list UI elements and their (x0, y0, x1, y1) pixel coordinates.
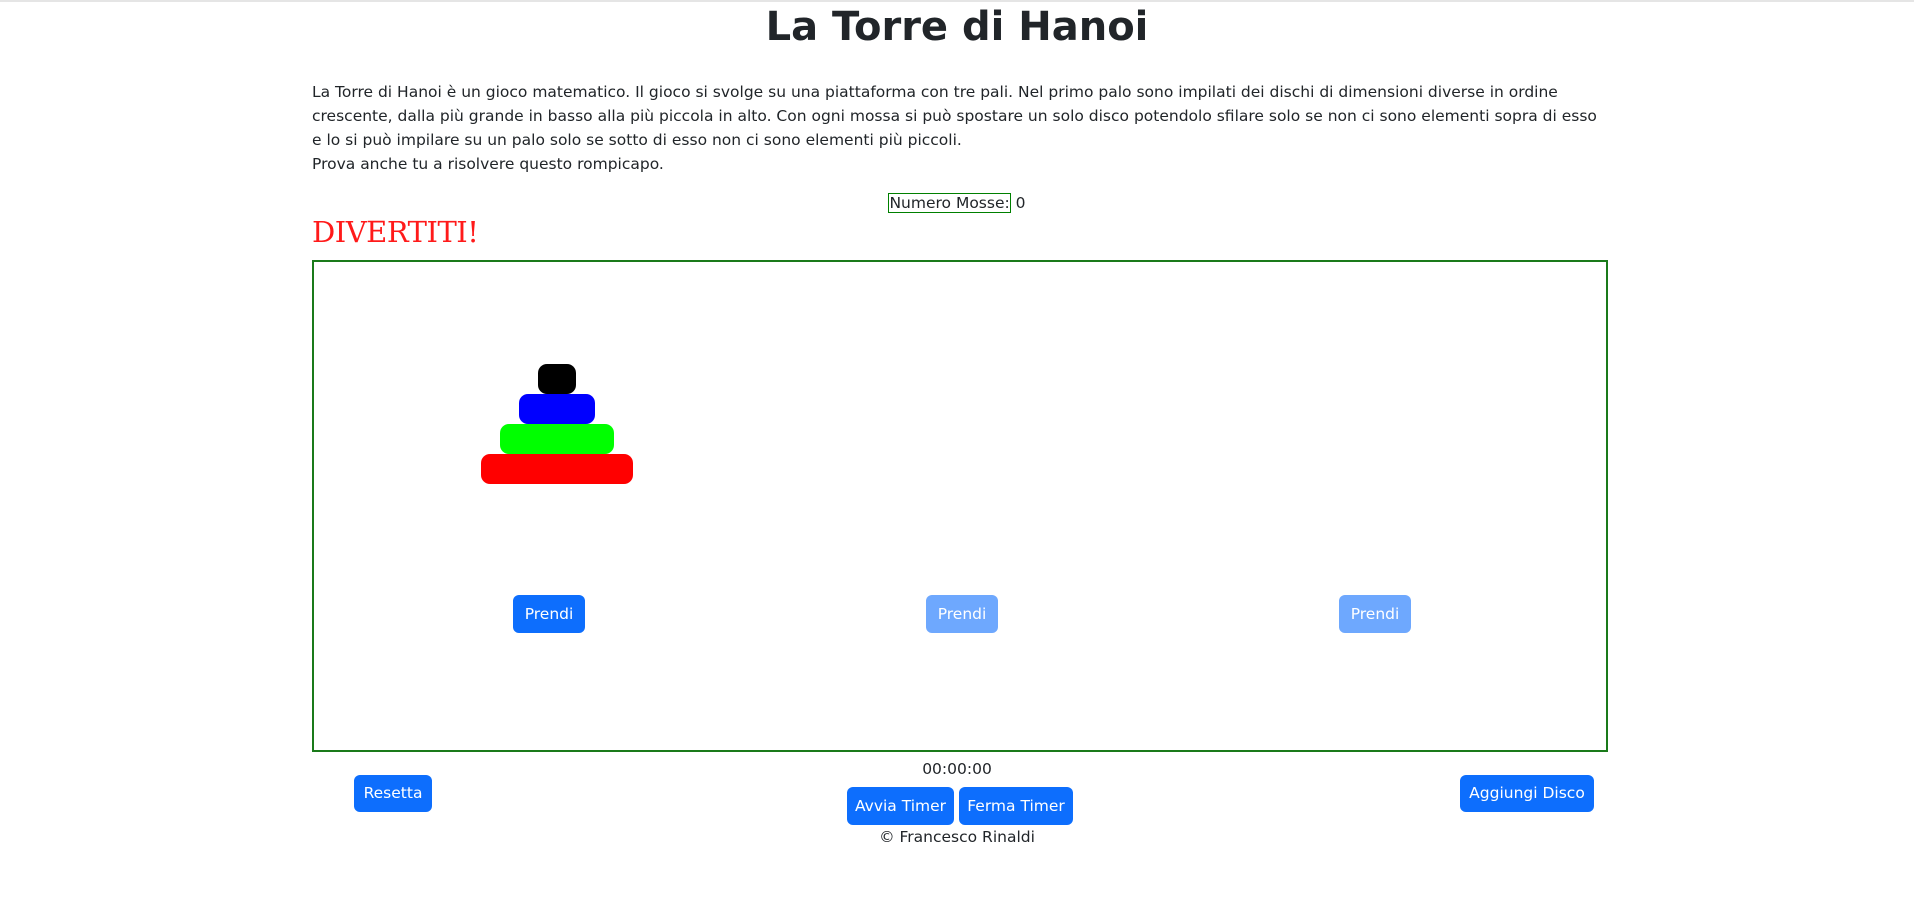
stop-timer-button[interactable]: Ferma Timer (959, 787, 1073, 825)
peg-3-take-button[interactable]: Prendi (1339, 595, 1411, 633)
disk-smallest[interactable] (538, 364, 576, 394)
page-title: La Torre di Hanoi (765, 4, 1149, 50)
moves-label: Numero Mosse: (888, 193, 1011, 213)
description-paragraph: La Torre di Hanoi è un gioco matematico.… (312, 83, 1597, 149)
moves-counter: Numero Mosse: 0 (0, 192, 1914, 214)
disk-large[interactable] (481, 454, 633, 484)
top-divider (0, 0, 1914, 2)
disk-small[interactable] (519, 394, 595, 424)
add-disk-button[interactable]: Aggiungi Disco (1460, 775, 1594, 812)
game-description: La Torre di Hanoi è un gioco matematico.… (312, 80, 1607, 176)
fun-heading: DIVERTITI! (312, 215, 479, 249)
disk-medium[interactable] (500, 424, 614, 454)
timer-display: 00:00:00 (922, 760, 992, 778)
moves-value: 0 (1015, 194, 1026, 212)
game-board: Prendi Prendi Prendi (312, 260, 1608, 752)
reset-button[interactable]: Resetta (354, 775, 432, 812)
start-timer-button[interactable]: Avvia Timer (847, 787, 954, 825)
description-invite: Prova anche tu a risolvere questo rompic… (312, 155, 664, 173)
peg-1-take-button[interactable]: Prendi (513, 595, 585, 633)
footer-copyright: © Francesco Rinaldi (879, 828, 1035, 846)
peg-2-take-button[interactable]: Prendi (926, 595, 998, 633)
